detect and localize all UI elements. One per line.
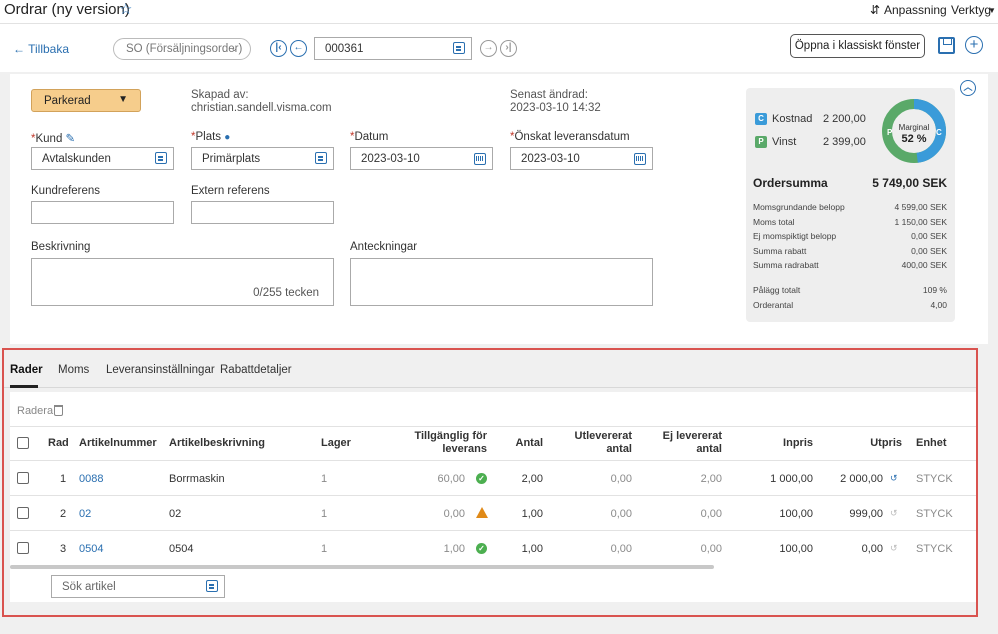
description-counter: 0/255 tecken [253,287,319,299]
modified-label: Senast ändrad: [510,89,589,101]
delivery-date-field[interactable]: 2023-03-10 [510,147,653,170]
customize-icon[interactable]: ⇵ [870,3,880,17]
chevron-down-icon: ▼ [118,94,128,105]
arrow-left-icon: ← [13,42,25,56]
cost-label: Kostnad [772,113,813,125]
external-reference-field[interactable] [191,201,334,224]
description-field[interactable]: 0/255 tecken [31,258,334,306]
lookup-icon[interactable] [453,42,465,54]
calendar-icon[interactable] [634,153,646,165]
chevron-down-icon[interactable]: ▼ [988,6,996,15]
summary-row: Moms total 1 150,00 SEK [753,216,947,227]
lookup-icon[interactable] [315,152,327,164]
previous-record-icon[interactable]: ← [290,40,307,57]
date-field[interactable]: 2023-03-10 [350,147,493,170]
add-icon[interactable]: + [965,36,983,54]
back-link[interactable]: ← Tillbaka [13,42,69,56]
first-record-icon[interactable]: |‹ [270,40,287,57]
date-label: *Datum [350,131,389,143]
customer-reference-field[interactable] [31,201,174,224]
margin-value: 52 % [901,133,926,145]
customer-field[interactable]: Avtalskunden [31,147,174,170]
order-summary-card: C Kostnad 2 200,00 P Vinst 2 399,00 P C … [746,88,955,322]
favorite-star-icon[interactable]: ☆ [119,0,132,18]
modified-value: 2023-03-10 14:32 [510,102,601,114]
open-classic-window-button[interactable]: Öppna i klassiskt fönster [790,34,925,58]
profit-ring-label: P [887,128,893,137]
description-label: Beskrivning [31,241,91,253]
top-bar [0,0,998,24]
summary-rows: Momsgrundande belopp 4 599,00 SEK Moms to… [753,202,947,275]
cost-value: 2 200,00 [823,113,866,125]
save-icon[interactable] [938,37,955,54]
toolbar: ← Tillbaka SO (Försäljningsorder) ⌄ |‹ ← … [0,24,998,72]
profit-label: Vinst [772,136,797,148]
notes-field[interactable] [350,258,653,306]
last-record-icon[interactable]: ›| [500,40,517,57]
profit-value: 2 399,00 [823,136,866,148]
chevron-down-icon: ⌄ [230,43,238,53]
collapse-icon[interactable]: ︿ [960,80,976,96]
summary-row: Ej momspiktigt belopp 0,00 SEK [753,231,947,241]
next-record-icon[interactable]: → [480,40,497,57]
order-number-input[interactable]: 000361 [314,37,472,60]
customize-menu[interactable]: Anpassning [884,3,947,17]
status-dropdown[interactable]: Parkerad ▼ [31,89,141,112]
site-field[interactable]: Primärplats [191,147,334,170]
cost-ring-label: C [936,128,942,137]
location-pin-icon: ● [224,132,231,143]
summary-rows-2: Pålägg totalt 109 % Orderantal 4,00 [753,285,947,314]
tools-menu[interactable]: Verktyg [951,3,991,17]
customer-reference-label: Kundreferens [31,185,101,197]
edit-pencil-icon[interactable]: ✎ [66,133,76,145]
margin-donut-chart: P C Marginal 52 % [882,99,946,163]
summary-row: Orderantal 4,00 [753,299,947,310]
summary-row: Momsgrundande belopp 4 599,00 SEK [753,202,947,212]
customer-label: *Kund ✎ [31,133,76,145]
site-label: *Plats ● [191,131,231,143]
cost-badge-icon: C [755,113,767,125]
summary-row: Summa radrabatt 400,00 SEK [753,260,947,270]
summary-row: Summa rabatt 0,00 SEK [753,245,947,256]
created-by-label: Skapad av: [191,89,249,101]
page-title: Ordrar (ny version) [4,1,130,18]
profit-badge-icon: P [755,136,767,148]
created-by-value: christian.sandell.visma.com [191,102,332,114]
order-total-label: Ordersumma [753,176,828,190]
calendar-icon[interactable] [474,153,486,165]
margin-label: Marginal [899,123,930,132]
delivery-date-label: *Önskat leveransdatum [510,131,630,143]
notes-label: Anteckningar [350,241,418,253]
highlight-frame [2,348,978,617]
summary-row: Pålägg totalt 109 % [753,285,947,295]
lookup-icon[interactable] [155,152,167,164]
external-reference-label: Extern referens [191,185,270,197]
order-type-select[interactable]: SO (Försäljningsorder) ⌄ [113,38,251,60]
order-total-value: 5 749,00 SEK [872,176,947,190]
